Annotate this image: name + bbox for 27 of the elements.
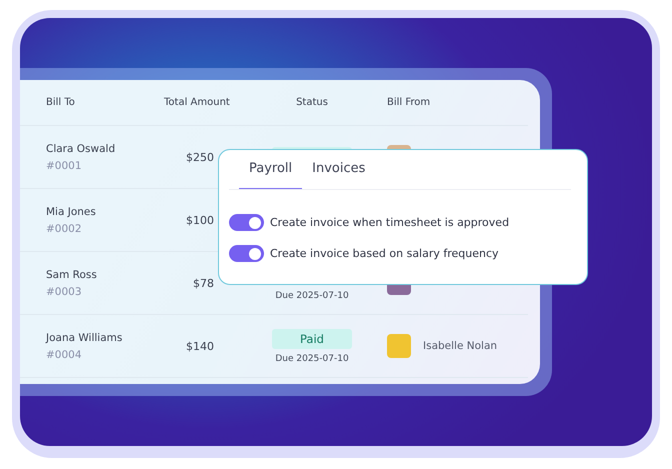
due-date: Due 2025-07-10 (275, 290, 349, 300)
amount: $100 (186, 214, 214, 226)
customer-name: Mia Jones (46, 206, 96, 218)
avatar (387, 334, 411, 358)
amount: $78 (193, 276, 214, 290)
amount: $250 (186, 150, 214, 164)
invoice-number: #0003 (46, 286, 82, 298)
column-header: Status (296, 97, 328, 108)
customer-name: Joana Williams (46, 332, 122, 344)
toggle-switch[interactable] (229, 245, 264, 262)
due-date: Due 2025-07-10 (275, 354, 349, 364)
toggle-label: Create invoice when timesheet is approved (270, 216, 510, 229)
toggle-switch[interactable] (229, 214, 264, 231)
invoice-number: #0001 (46, 160, 82, 172)
invoice-number: #0004 (46, 348, 82, 360)
toggle-label: Create invoice based on salary frequency (270, 247, 499, 260)
column-header: Total Amount (164, 97, 230, 108)
column-header: Bill From (387, 97, 430, 108)
tab[interactable]: Invoices (302, 154, 376, 189)
column-header: Bill To (46, 97, 75, 108)
status-badge: Paid (272, 328, 352, 348)
customer-name: Clara Oswald (46, 142, 116, 154)
invoice-number: #0002 (46, 222, 82, 234)
customer-name: Sam Ross (46, 268, 97, 280)
tab[interactable]: Payroll (239, 154, 302, 189)
amount: $140 (186, 340, 214, 352)
biller-name: Isabelle Nolan (423, 340, 498, 352)
